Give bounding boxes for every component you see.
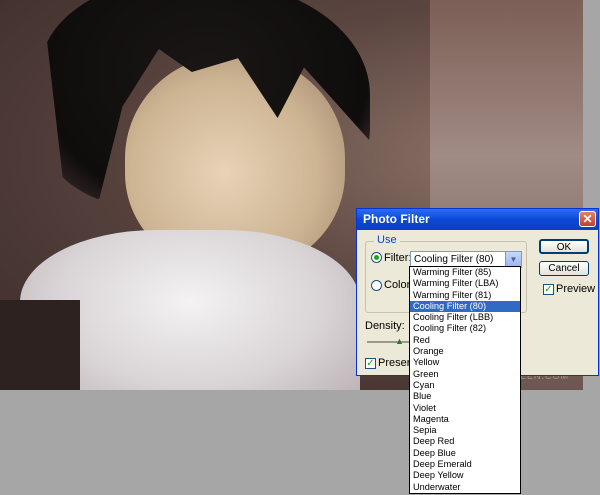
dropdown-item[interactable]: Cyan [410,380,520,391]
dropdown-item[interactable]: Deep Blue [410,448,520,459]
filter-dropdown-list[interactable]: Warming Filter (85) Warming Filter (LBA)… [409,266,521,494]
filter-label: Filter: [384,252,412,264]
preserve-checkbox[interactable]: ✓ [365,358,376,369]
chevron-down-icon[interactable]: ▼ [505,252,521,267]
dropdown-item[interactable]: Warming Filter (81) [410,290,520,301]
dropdown-item[interactable]: Warming Filter (LBA) [410,278,520,289]
dropdown-item[interactable]: Green [410,369,520,380]
filter-select-value: Cooling Filter (80) [414,254,494,265]
dropdown-item[interactable]: Warming Filter (85) [410,267,520,278]
density-label: Density: [365,320,405,332]
dropdown-item-selected[interactable]: Cooling Filter (80) [410,300,520,313]
dropdown-item[interactable]: Violet [410,403,520,414]
close-icon: ✕ [582,212,593,226]
ok-button[interactable]: OK [539,239,589,254]
preview-checkbox[interactable]: ✓ [543,284,554,295]
dropdown-item[interactable]: Cooling Filter (82) [410,323,520,334]
dropdown-item[interactable]: Orange [410,346,520,357]
color-radio[interactable] [371,280,382,291]
dialog-title: Photo Filter [363,212,430,226]
cancel-button[interactable]: Cancel [539,261,589,276]
density-slider-thumb[interactable]: ▲ [395,336,404,346]
filter-radio[interactable] [371,252,382,263]
dropdown-item[interactable]: Red [410,335,520,346]
dropdown-item[interactable]: Yellow [410,357,520,368]
close-button[interactable]: ✕ [579,211,596,227]
preview-label: Preview [556,283,596,295]
dark-region [0,300,80,390]
dropdown-item[interactable]: Deep Emerald [410,459,520,470]
dialog-title-bar[interactable]: Photo Filter ✕ [357,209,598,230]
dropdown-item[interactable]: Blue [410,391,520,402]
dropdown-item[interactable]: Magenta [410,414,520,425]
use-group-label: Use [374,234,400,246]
dropdown-item[interactable]: Cooling Filter (LBB) [410,312,520,323]
dropdown-item[interactable]: Deep Red [410,436,520,447]
dropdown-item[interactable]: Sepia [410,425,520,436]
dropdown-item[interactable]: Underwater [410,482,520,493]
dropdown-item[interactable]: Deep Yellow [410,470,520,481]
